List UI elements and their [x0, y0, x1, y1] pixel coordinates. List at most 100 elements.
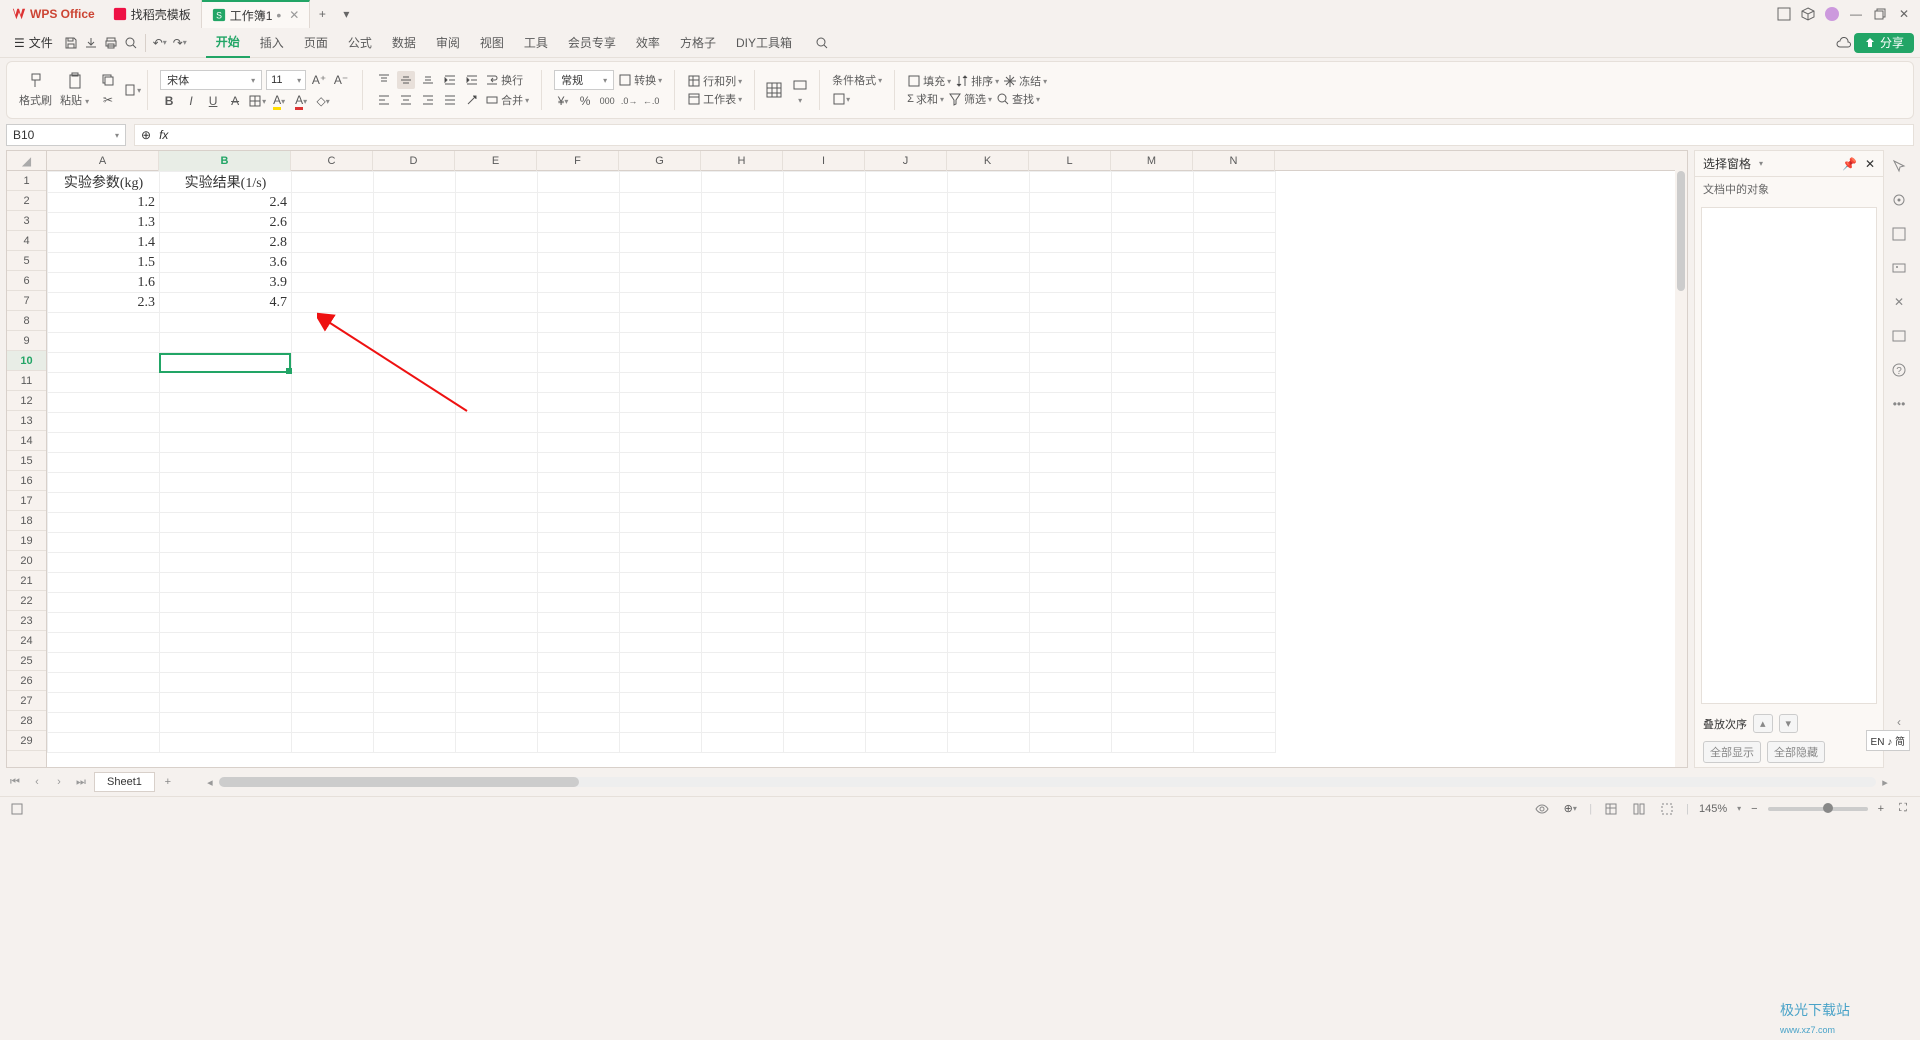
- cell-B11[interactable]: [160, 373, 292, 393]
- cell-E18[interactable]: [456, 513, 538, 533]
- cell-A29[interactable]: [48, 733, 160, 753]
- row-header-20[interactable]: 20: [7, 551, 46, 571]
- cell-F1[interactable]: [538, 172, 620, 193]
- cell-D14[interactable]: [374, 433, 456, 453]
- cell-M8[interactable]: [1112, 313, 1194, 333]
- cell-H12[interactable]: [702, 393, 784, 413]
- cell-H3[interactable]: [702, 213, 784, 233]
- cell-K16[interactable]: [948, 473, 1030, 493]
- cell-B13[interactable]: [160, 413, 292, 433]
- cell-F7[interactable]: [538, 293, 620, 313]
- cell-F10[interactable]: [538, 353, 620, 373]
- cell-A8[interactable]: [48, 313, 160, 333]
- cell-D22[interactable]: [374, 593, 456, 613]
- cell-D12[interactable]: [374, 393, 456, 413]
- redo-icon[interactable]: ↷▾: [170, 31, 190, 55]
- cell-B10[interactable]: [160, 353, 292, 373]
- cell-B29[interactable]: [160, 733, 292, 753]
- cell-J22[interactable]: [866, 593, 948, 613]
- cell-H23[interactable]: [702, 613, 784, 633]
- cell-C21[interactable]: [292, 573, 374, 593]
- number-format-dropdown[interactable]: 常规▾: [554, 70, 614, 90]
- cell-A26[interactable]: [48, 673, 160, 693]
- cell-D20[interactable]: [374, 553, 456, 573]
- cell-J18[interactable]: [866, 513, 948, 533]
- cell-M7[interactable]: [1112, 293, 1194, 313]
- cube-icon[interactable]: [1796, 2, 1820, 26]
- cell-J10[interactable]: [866, 353, 948, 373]
- cell-I10[interactable]: [784, 353, 866, 373]
- menu-开始[interactable]: 开始: [206, 28, 250, 58]
- cell-I23[interactable]: [784, 613, 866, 633]
- cell-K14[interactable]: [948, 433, 1030, 453]
- cell-F20[interactable]: [538, 553, 620, 573]
- first-sheet-icon[interactable]: ⏮: [6, 773, 24, 791]
- cell-E23[interactable]: [456, 613, 538, 633]
- name-box[interactable]: B10 ▾: [6, 124, 126, 146]
- col-header-C[interactable]: C: [291, 151, 373, 171]
- cell-F15[interactable]: [538, 453, 620, 473]
- cell-I26[interactable]: [784, 673, 866, 693]
- find-button[interactable]: 查找▾: [996, 91, 1040, 107]
- sheet-tab[interactable]: Sheet1: [94, 772, 155, 792]
- row-header-13[interactable]: 13: [7, 411, 46, 431]
- cell-H28[interactable]: [702, 713, 784, 733]
- cell-C25[interactable]: [292, 653, 374, 673]
- cell-I11[interactable]: [784, 373, 866, 393]
- cell-I1[interactable]: [784, 172, 866, 193]
- cell-J19[interactable]: [866, 533, 948, 553]
- align-bottom-icon[interactable]: [419, 71, 437, 89]
- cell-J4[interactable]: [866, 233, 948, 253]
- filter-button[interactable]: 筛选▾: [948, 91, 992, 107]
- cell-B27[interactable]: [160, 693, 292, 713]
- cell-A17[interactable]: [48, 493, 160, 513]
- cell-A25[interactable]: [48, 653, 160, 673]
- highlight-color-icon[interactable]: A▾: [270, 92, 288, 110]
- cell-I13[interactable]: [784, 413, 866, 433]
- cell-B18[interactable]: [160, 513, 292, 533]
- zoom-value[interactable]: 145%: [1699, 803, 1727, 815]
- cell-E3[interactable]: [456, 213, 538, 233]
- cell-C4[interactable]: [292, 233, 374, 253]
- row-header-7[interactable]: 7: [7, 291, 46, 311]
- menu-公式[interactable]: 公式: [338, 28, 382, 58]
- cell-C22[interactable]: [292, 593, 374, 613]
- cell-L14[interactable]: [1030, 433, 1112, 453]
- cell-M6[interactable]: [1112, 273, 1194, 293]
- cell-G18[interactable]: [620, 513, 702, 533]
- col-header-D[interactable]: D: [373, 151, 455, 171]
- cell-F4[interactable]: [538, 233, 620, 253]
- undo-icon[interactable]: ↶▾: [150, 31, 170, 55]
- cell-G21[interactable]: [620, 573, 702, 593]
- cell-I7[interactable]: [784, 293, 866, 313]
- cell-K21[interactable]: [948, 573, 1030, 593]
- cell-J3[interactable]: [866, 213, 948, 233]
- zoom-slider[interactable]: [1768, 807, 1868, 811]
- cell-M13[interactable]: [1112, 413, 1194, 433]
- menu-效率[interactable]: 效率: [626, 28, 670, 58]
- cell-G15[interactable]: [620, 453, 702, 473]
- tab-templates[interactable]: 找稻壳模板: [103, 0, 202, 28]
- ime-badge[interactable]: EN ♪ 简: [1866, 730, 1910, 751]
- cell-J28[interactable]: [866, 713, 948, 733]
- cell-D28[interactable]: [374, 713, 456, 733]
- cell-H2[interactable]: [702, 193, 784, 213]
- cell-K4[interactable]: [948, 233, 1030, 253]
- cell-M1[interactable]: [1112, 172, 1194, 193]
- cell-G17[interactable]: [620, 493, 702, 513]
- row-header-1[interactable]: 1: [7, 171, 46, 191]
- sort-button[interactable]: 排序▾: [955, 73, 999, 89]
- col-header-A[interactable]: A: [47, 151, 159, 171]
- cell-F14[interactable]: [538, 433, 620, 453]
- cell-L19[interactable]: [1030, 533, 1112, 553]
- cell-L11[interactable]: [1030, 373, 1112, 393]
- cell-G6[interactable]: [620, 273, 702, 293]
- menu-DIY工具箱[interactable]: DIY工具箱: [726, 28, 802, 58]
- cell-L15[interactable]: [1030, 453, 1112, 473]
- cell-G2[interactable]: [620, 193, 702, 213]
- cell-J25[interactable]: [866, 653, 948, 673]
- cell-B1[interactable]: 实验结果(1/s): [160, 172, 292, 193]
- thousands-icon[interactable]: 000: [598, 92, 616, 110]
- col-header-L[interactable]: L: [1029, 151, 1111, 171]
- cell-F25[interactable]: [538, 653, 620, 673]
